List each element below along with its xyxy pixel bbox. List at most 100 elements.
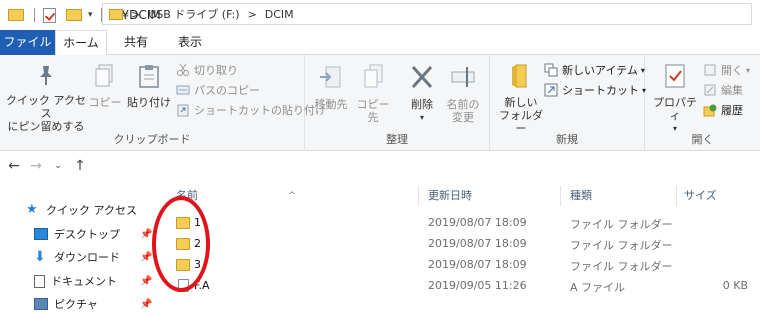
properties-check-icon[interactable] (43, 7, 56, 23)
file-row[interactable]: F.A 2019/09/05 11:26 A ファイル 0 KB (160, 276, 760, 297)
file-modified: 2019/09/05 11:26 (428, 279, 527, 292)
copy-to-label: コピー先 (356, 98, 390, 124)
column-header-modified[interactable]: 更新日時 (428, 183, 472, 209)
organize-group: 移動先 コピー先 削除 ▾ 名前の 変更 整理 (305, 55, 490, 151)
paste-shortcut-icon (177, 104, 189, 117)
file-type: A ファイル (570, 281, 626, 294)
column-divider[interactable] (676, 186, 677, 206)
copy-label: コピー (88, 96, 122, 109)
copy-icon (95, 64, 113, 87)
recent-locations-chevron-icon[interactable]: ⌄ (50, 161, 66, 171)
new-folder-icon[interactable] (66, 9, 82, 21)
delete-label: 削除 (411, 98, 433, 111)
forward-arrow-icon[interactable]: → (28, 158, 44, 174)
clipboard-icon (139, 65, 159, 88)
star-icon: ★ (26, 202, 38, 217)
shortcut-label: ショートカット (562, 84, 639, 97)
paste-button[interactable]: 貼り付け (126, 63, 172, 109)
nav-item-desktop[interactable]: デスクトップ (34, 226, 120, 242)
pin-icon[interactable]: 📌 (140, 229, 152, 240)
pin-to-quick-access-button[interactable]: クイック アクセス にピン留めする (6, 63, 86, 133)
open-button[interactable]: 開く ▾ (703, 62, 750, 78)
breadcrumb-drive[interactable]: USB ドライブ (F:) (148, 6, 239, 22)
sort-ascending-icon: ^ (288, 191, 296, 201)
open-group: プロパティ ▾ 開く ▾ 編集 履歴 開く (645, 55, 760, 151)
column-header-size[interactable]: サイズ (684, 183, 717, 209)
file-type: ファイル フォルダー (570, 260, 673, 273)
nav-item-pictures[interactable]: ピクチャ (34, 296, 98, 312)
new-item-button[interactable]: 新しいアイテム ▾ (544, 62, 645, 78)
ribbon-tabs: ファイル ホーム 共有 表示 (0, 30, 760, 56)
open-icon (704, 64, 716, 76)
rename-button[interactable]: 名前の 変更 (443, 63, 483, 124)
pin-icon[interactable]: 📌 (140, 252, 152, 263)
file-modified: 2019/08/07 18:09 (428, 237, 527, 250)
pictures-icon (34, 298, 48, 310)
breadcrumb-folder[interactable]: DCIM (265, 8, 294, 21)
nav-item-quick-access[interactable]: ★ クイック アクセス (26, 202, 137, 218)
new-folder-button[interactable]: 新しい フォルダー (496, 63, 546, 135)
paste-label: 貼り付け (127, 96, 171, 109)
pin-icon (40, 66, 52, 85)
breadcrumb-separator: > (131, 7, 141, 21)
nav-item-downloads[interactable]: ⬇ ダウンロード (34, 249, 120, 265)
file-row[interactable]: 1 2019/08/07 18:09 ファイル フォルダー (160, 213, 760, 234)
history-icon (703, 104, 717, 117)
cut-button[interactable]: 切り取り (176, 62, 238, 78)
pin-icon[interactable]: 📌 (140, 276, 152, 287)
file-modified: 2019/08/07 18:09 (428, 258, 527, 271)
properties-button[interactable]: プロパティ ▾ (649, 63, 701, 135)
file-row[interactable]: 3 2019/08/07 18:09 ファイル フォルダー (160, 255, 760, 276)
paste-shortcut-button[interactable]: ショートカットの貼り付け (176, 102, 326, 118)
up-arrow-icon[interactable]: ↑ (72, 158, 88, 174)
edit-button[interactable]: 編集 (703, 82, 743, 98)
navigation-bar: ← → ⌄ ↑ (0, 152, 760, 180)
file-type: ファイル フォルダー (570, 239, 673, 252)
column-divider[interactable] (560, 186, 561, 206)
new-item-label: 新しいアイテム (562, 64, 638, 77)
open-label: 開く (721, 64, 743, 77)
easy-access-shortcut-button[interactable]: ショートカット ▾ (544, 82, 646, 98)
nav-item-documents[interactable]: ドキュメント (34, 273, 117, 289)
file-row[interactable]: 2 2019/08/07 18:09 ファイル フォルダー (160, 234, 760, 255)
nav-label: デスクトップ (54, 228, 120, 241)
delete-button[interactable]: 削除 ▾ (405, 63, 439, 124)
copy-to-button[interactable]: コピー先 (353, 63, 393, 124)
rename-label-1: 名前の (446, 98, 480, 111)
column-header-type[interactable]: 種類 (570, 183, 592, 209)
tab-view[interactable]: 表示 (170, 30, 210, 55)
organize-group-label: 整理 (386, 133, 408, 146)
move-to-icon (320, 66, 341, 88)
nav-label: ドキュメント (51, 275, 117, 288)
clipboard-group-label: クリップボード (113, 133, 191, 146)
tab-file[interactable]: ファイル (0, 30, 55, 55)
pin-icon[interactable]: 📌 (140, 299, 152, 310)
clipboard-group: クイック アクセス にピン留めする コピー 貼り付け 切り取り パスのコピー シ… (0, 55, 326, 151)
new-folder-label-1: 新しい (504, 96, 538, 109)
column-divider[interactable] (418, 186, 419, 206)
edit-icon (704, 84, 716, 96)
customize-quick-access-dropdown[interactable]: ▾ (88, 10, 93, 20)
tab-home[interactable]: ホーム (55, 30, 107, 56)
properties-icon (665, 64, 685, 88)
copy-path-label: パスのコピー (194, 84, 260, 97)
ribbon-home: クイック アクセス にピン留めする コピー 貼り付け 切り取り パスのコピー シ… (0, 55, 760, 151)
breadcrumb-separator: > (247, 7, 257, 21)
copy-button[interactable]: コピー (88, 63, 122, 109)
tab-share[interactable]: 共有 (116, 30, 156, 55)
address-bar[interactable]: > USB ドライブ (F:) > DCIM (102, 3, 752, 25)
separator (34, 8, 35, 22)
open-group-label: 開く (691, 133, 714, 146)
history-button[interactable]: 履歴 (703, 102, 743, 118)
scissors-icon (177, 63, 189, 76)
edit-label: 編集 (721, 84, 743, 97)
properties-label: プロパティ (653, 96, 697, 122)
desktop-icon (34, 228, 48, 240)
file-type: ファイル フォルダー (570, 218, 673, 231)
back-arrow-icon[interactable]: ← (6, 158, 22, 174)
copy-path-button[interactable]: パスのコピー (176, 82, 260, 98)
move-to-button[interactable]: 移動先 (313, 63, 349, 111)
cut-label: 切り取り (194, 64, 238, 77)
folder-icon (109, 8, 123, 20)
file-size: 0 KB (722, 279, 748, 292)
